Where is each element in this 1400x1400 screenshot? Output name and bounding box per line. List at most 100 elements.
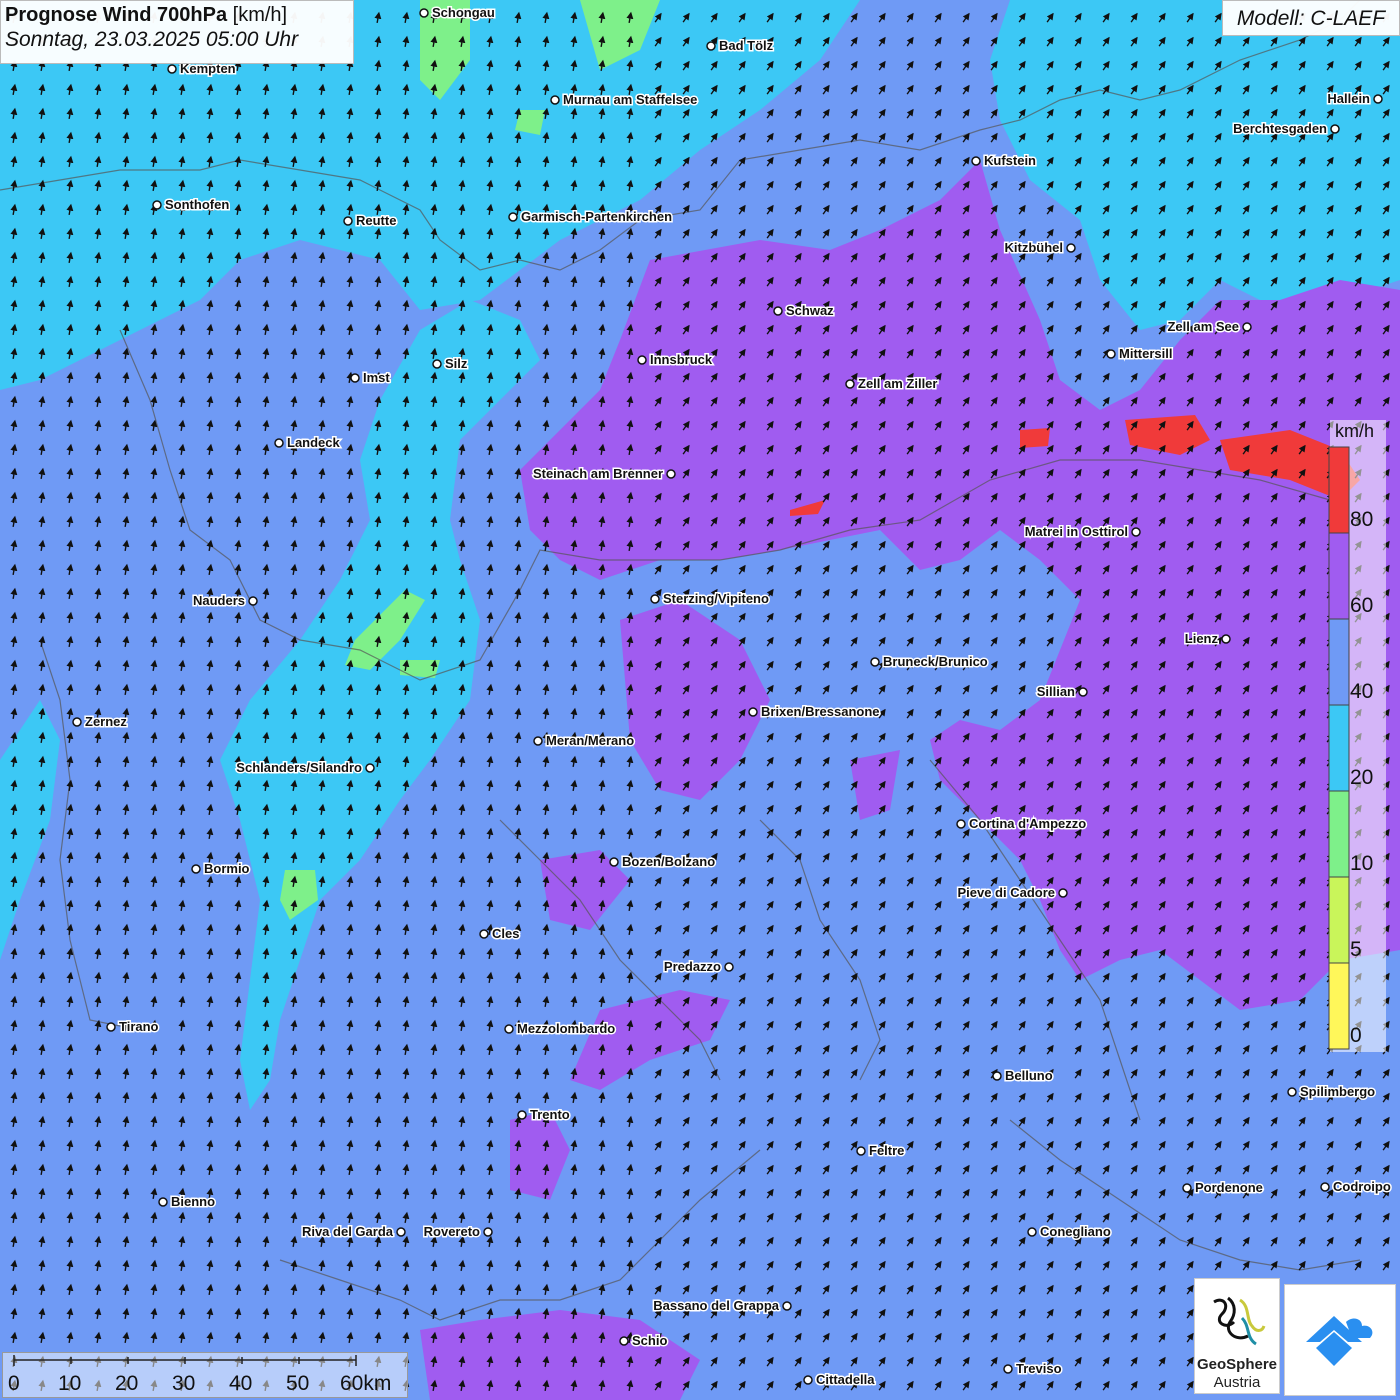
city-label: Bozen/Bolzano: [622, 854, 715, 869]
scale-label-40: 40: [229, 1372, 253, 1395]
city-marker: Innsbruck: [637, 351, 714, 369]
city-dot: [343, 216, 353, 226]
city-dot: [1027, 1227, 1037, 1237]
city-dot: [956, 819, 966, 829]
city-dot: [1287, 1087, 1297, 1097]
legend-unit: km/h: [1335, 421, 1375, 441]
city-label: Reutte: [356, 213, 396, 228]
city-dot: [1066, 243, 1076, 253]
city-dot: [1373, 94, 1383, 104]
legend-swatch-purple: [1328, 532, 1350, 620]
city-dot: [1320, 1182, 1330, 1192]
legend-colorbar: [1328, 446, 1350, 1050]
legend-label-0: 0: [1350, 1024, 1362, 1047]
city-dot: [650, 594, 660, 604]
city-label: Spilimbergo: [1300, 1084, 1375, 1099]
city-label: Schongau: [432, 5, 495, 20]
city-label: Predazzo: [664, 959, 721, 974]
city-dot: [508, 212, 518, 222]
city-dot: [106, 1022, 116, 1032]
city-marker: Sterzing/Vipiteno: [650, 590, 770, 608]
city-label: Mittersill: [1119, 346, 1172, 361]
city-label: Sterzing/Vipiteno: [663, 591, 769, 606]
title-box: Prognose Wind 700hPa [km/h] Sonntag, 23.…: [0, 0, 354, 64]
legend-label-5: 5: [1350, 938, 1362, 961]
legend-swatch-green: [1328, 790, 1350, 878]
city-dot: [365, 763, 375, 773]
city-marker: Conegliano: [1027, 1223, 1112, 1241]
city-label: Kufstein: [984, 153, 1036, 168]
city-dot: [971, 156, 981, 166]
city-label: Berchtesgaden: [1233, 121, 1327, 136]
city-dot: [432, 359, 442, 369]
city-dot: [504, 1024, 514, 1034]
city-label: Bad Tölz: [719, 38, 774, 53]
city-dot: [773, 306, 783, 316]
city-label: Bormio: [204, 861, 250, 876]
scale-bar-ruler: [13, 1355, 357, 1366]
city-marker: Meran/Merano: [533, 732, 636, 750]
city-dot: [782, 1301, 792, 1311]
geosphere-name: GeoSphere: [1196, 1356, 1278, 1373]
wind-map: SchongauBad TölzKemptenMurnau am Staffel…: [0, 0, 1400, 1400]
city-dot: [1131, 527, 1141, 537]
city-label: Pieve di Cadore: [957, 885, 1055, 900]
legend-label-80: 80: [1350, 508, 1374, 531]
scale-label-50: 50: [286, 1372, 310, 1395]
city-dot: [350, 373, 360, 383]
city-dot: [1221, 634, 1231, 644]
city-label: Brixen/Bressanone: [761, 704, 880, 719]
city-dot: [1182, 1183, 1192, 1193]
legend-swatch-cyan: [1328, 704, 1350, 792]
title-main: Prognose Wind 700hPa: [5, 4, 228, 26]
city-dot: [619, 1336, 629, 1346]
city-label: Silz: [445, 356, 468, 371]
city-label: Innsbruck: [650, 352, 713, 367]
city-dot: [845, 379, 855, 389]
forecast-datetime: Sonntag, 23.03.2025 05:00 Uhr: [5, 28, 299, 51]
city-dot: [803, 1375, 813, 1385]
city-label: Bassano del Grappa: [653, 1298, 779, 1313]
city-marker: Berchtesgaden: [1232, 120, 1340, 138]
city-dot: [1242, 322, 1252, 332]
city-dot: [706, 41, 716, 51]
city-dot: [1003, 1364, 1013, 1374]
city-label: Conegliano: [1040, 1224, 1111, 1239]
city-label: Landeck: [287, 435, 341, 450]
legend-label-40: 40: [1350, 680, 1374, 703]
legend-swatch-yellow: [1328, 962, 1350, 1050]
legend-swatch-blue: [1328, 618, 1350, 706]
city-marker: Pordenone: [1182, 1179, 1264, 1197]
city-label: Steinach am Brenner: [533, 466, 663, 481]
city-dot: [419, 8, 429, 18]
city-label: Feltre: [869, 1143, 904, 1158]
city-dot: [550, 95, 560, 105]
city-marker: Bassano del Grappa: [652, 1297, 792, 1315]
city-label: Belluno: [1005, 1068, 1053, 1083]
city-dot: [748, 707, 758, 717]
city-marker: Pieve di Cadore: [956, 884, 1068, 902]
city-dot: [856, 1146, 866, 1156]
city-label: Treviso: [1016, 1361, 1062, 1376]
city-label: Trento: [530, 1107, 570, 1122]
legend-label-10: 10: [1350, 852, 1374, 875]
city-dot: [992, 1071, 1002, 1081]
city-dot: [870, 657, 880, 667]
city-dot: [1058, 888, 1068, 898]
city-label: Rovereto: [424, 1224, 480, 1239]
city-label: Pordenone: [1195, 1180, 1263, 1195]
city-dot: [167, 64, 177, 74]
city-marker: Schongau: [419, 4, 496, 22]
scale-label-20: 20: [115, 1372, 139, 1395]
city-label: Zell am Ziller: [858, 376, 937, 391]
city-label: Schio: [632, 1333, 667, 1348]
city-marker: Garmisch-Partenkirchen: [508, 208, 674, 226]
city-marker: Schlanders/Silandro: [235, 759, 375, 777]
wind-app-icon: [1306, 1316, 1373, 1366]
city-dot: [248, 596, 258, 606]
city-dot: [724, 962, 734, 972]
city-dot: [1330, 124, 1340, 134]
city-label: Cortina d'Ampezzo: [969, 816, 1086, 831]
title-unit: [km/h]: [232, 4, 288, 26]
scale-label-10: 10: [58, 1372, 82, 1395]
